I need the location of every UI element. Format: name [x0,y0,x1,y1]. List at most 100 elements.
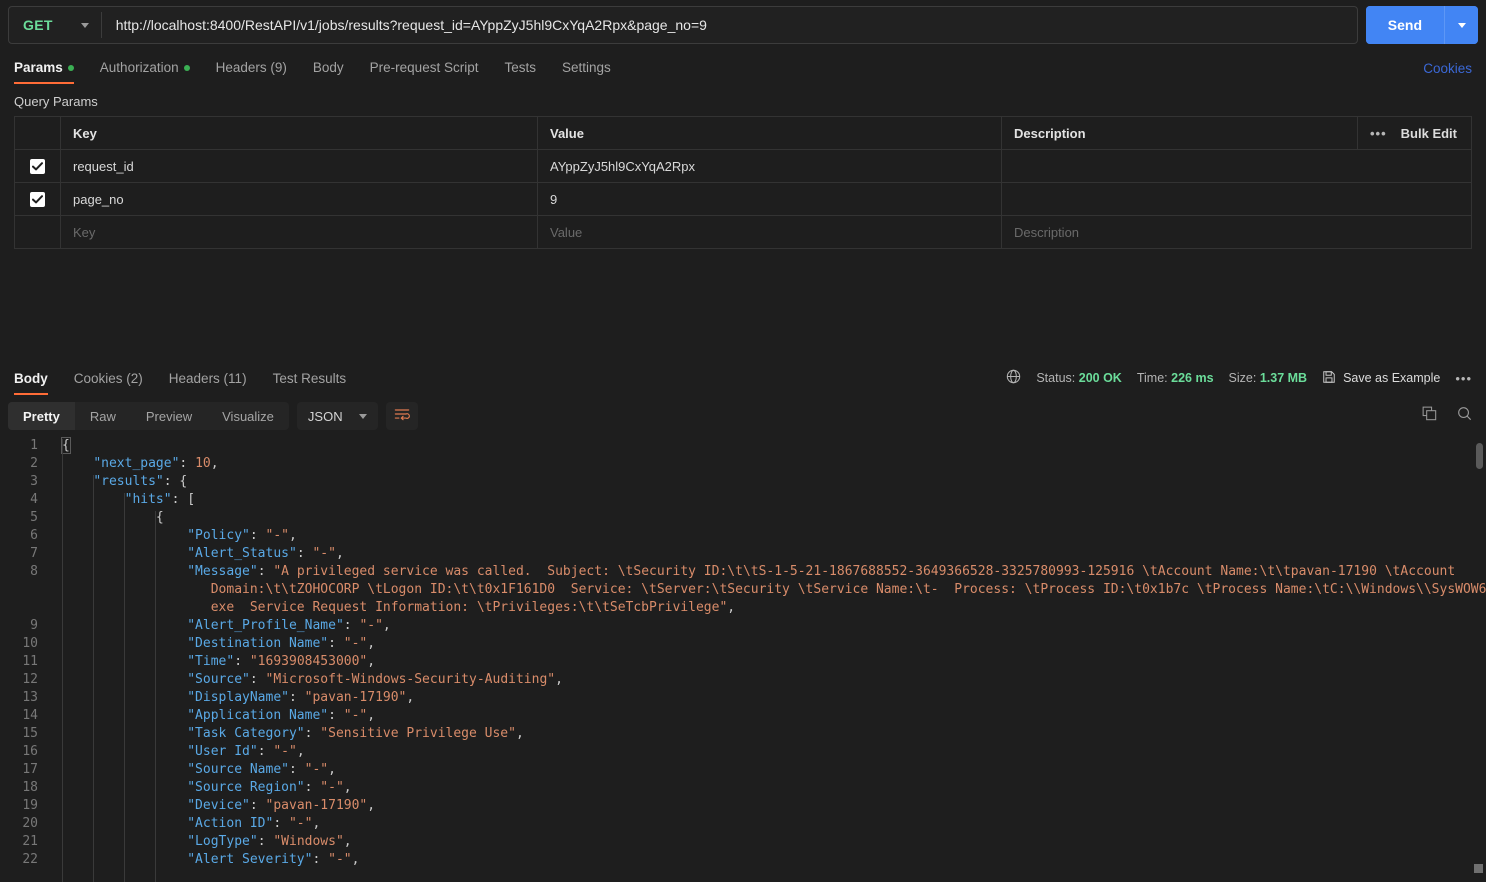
tab-label: Test Results [273,371,347,386]
new-param-value[interactable]: Value [538,216,1002,248]
code-token: , [367,654,375,669]
time-label: Time: [1137,371,1168,385]
code-token: exe Service Request Information: \tPrivi… [187,600,727,615]
request-tabs: Params Authorization Headers (9) Body Pr… [0,50,1486,84]
tab-headers[interactable]: Headers (9) [203,60,300,84]
more-options-icon[interactable]: ••• [1370,126,1387,141]
code-lines: 1{2 "next_page": 10,3 "results": {4 "hit… [0,437,1486,869]
param-value[interactable]: AYppZyJ5hl9CxYqA2Rpx [538,150,1002,182]
response-body-code[interactable]: 1{2 "next_page": 10,3 "results": {4 "hit… [0,437,1486,882]
code-token: , [367,798,375,813]
line-number: 3 [0,473,48,491]
line-number: 10 [0,635,48,653]
request-bar: GET Send [0,0,1486,50]
code-token: "next_page" [93,456,179,471]
view-mode-preview[interactable]: Preview [131,402,207,430]
response-format-label: JSON [308,409,343,424]
line-number: 5 [0,509,48,527]
response-more-options-icon[interactable]: ••• [1455,371,1472,386]
bulk-edit-button[interactable]: Bulk Edit [1401,126,1457,141]
code-token: , [406,690,414,705]
code-token: : [289,762,305,777]
code-token: : [250,672,266,687]
code-line: 13 "DisplayName": "pavan-17190", [0,689,1486,707]
code-token: : [ [172,492,195,507]
code-token: "Sensitive Privilege Use" [320,726,516,741]
scroll-corner[interactable] [1474,864,1483,873]
word-wrap-button[interactable] [386,402,418,430]
code-text: "hits": [ [48,491,1486,509]
tab-body[interactable]: Body [300,60,357,84]
code-line: 15 "Task Category": "Sensitive Privilege… [0,725,1486,743]
line-number: 15 [0,725,48,743]
code-token: , [727,600,735,615]
url-input[interactable] [102,7,1357,43]
code-token: "Message" [187,564,257,579]
http-method-dropdown[interactable]: GET [9,7,101,43]
code-text: "User Id": "-", [48,743,1486,761]
code-line: 7 "Alert_Status": "-", [0,545,1486,563]
globe-icon [1006,369,1021,387]
send-options-button[interactable] [1444,6,1478,44]
modified-dot-icon [184,65,190,71]
tab-label: Pre-request Script [370,60,479,75]
cookies-link[interactable]: Cookies [1423,61,1472,76]
code-token: : [305,726,321,741]
code-line: 22 "Alert Severity": "-", [0,851,1486,869]
code-token: "1693908453000" [250,654,367,669]
row-checkbox[interactable] [30,192,45,207]
row-checkbox-cell [15,150,61,182]
response-tab-cookies[interactable]: Cookies (2) [61,371,156,395]
code-token: , [344,834,352,849]
send-group: Send [1366,6,1478,44]
row-checkbox[interactable] [30,159,45,174]
response-meta: Status: 200 OK Time: 226 ms Size: 1.37 M… [1006,361,1472,395]
response-tab-test-results[interactable]: Test Results [260,371,360,395]
tab-pre-request-script[interactable]: Pre-request Script [357,60,492,84]
response-tabs: Body Cookies (2) Headers (11) Test Resul… [14,361,359,395]
response-format-dropdown[interactable]: JSON [297,402,378,430]
code-token: { [62,438,70,453]
view-mode-raw[interactable]: Raw [75,402,131,430]
code-token: "-" [289,816,312,831]
code-text: "Application Name": "-", [48,707,1486,725]
save-as-example-button[interactable]: Save as Example [1322,370,1440,387]
send-button[interactable]: Send [1366,6,1444,44]
tab-label: Headers (9) [216,60,287,75]
response-tab-headers[interactable]: Headers (11) [156,371,260,395]
vertical-scrollbar-thumb[interactable] [1476,443,1483,469]
tab-tests[interactable]: Tests [491,60,549,84]
view-mode-pretty[interactable]: Pretty [8,402,75,430]
table-row: request_id AYppZyJ5hl9CxYqA2Rpx [15,150,1471,183]
tab-params[interactable]: Params [14,60,87,84]
copy-button[interactable] [1422,406,1437,426]
tab-label: Body [14,371,48,386]
code-token: : [297,546,313,561]
code-token: : [289,690,305,705]
line-number: 18 [0,779,48,797]
code-token: "-" [344,636,367,651]
tab-authorization[interactable]: Authorization [87,60,203,84]
code-line: 5 { [0,509,1486,527]
tab-label: Authorization [100,60,179,75]
param-description[interactable] [1002,183,1471,215]
code-token: , [344,780,352,795]
code-line: 20 "Action ID": "-", [0,815,1486,833]
new-param-description[interactable]: Description [1002,216,1471,248]
search-button[interactable] [1457,406,1472,426]
code-token: "A privileged service was called. Subjec… [273,564,1455,579]
view-mode-visualize[interactable]: Visualize [207,402,289,430]
floppy-disk-icon [1322,370,1336,387]
code-text: "Task Category": "Sensitive Privilege Us… [48,725,1486,743]
line-number: 2 [0,455,48,473]
code-token: , [289,528,297,543]
param-key[interactable]: page_no [61,183,538,215]
param-description[interactable] [1002,150,1471,182]
code-token: "Source Region" [187,780,304,795]
tab-settings[interactable]: Settings [549,60,624,84]
response-tab-body[interactable]: Body [14,371,61,395]
param-key[interactable]: request_id [61,150,538,182]
param-value[interactable]: 9 [538,183,1002,215]
new-param-key[interactable]: Key [61,216,538,248]
code-token: , [367,708,375,723]
